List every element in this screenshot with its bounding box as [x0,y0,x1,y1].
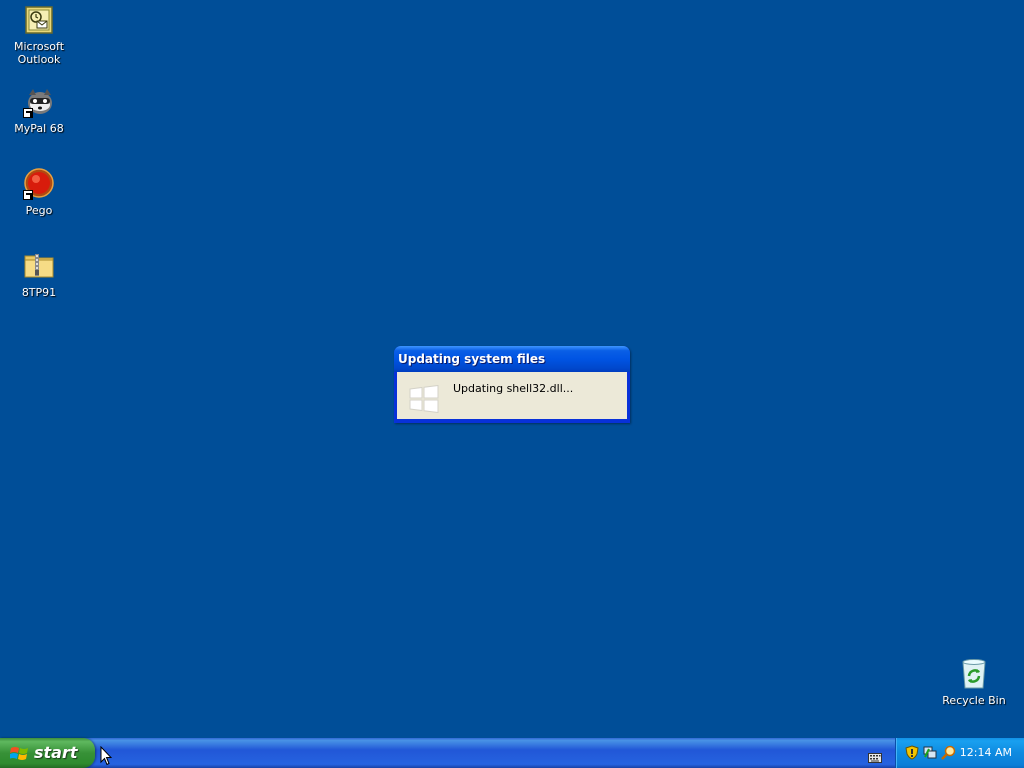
taskbar: start 12:14 AM [0,738,1024,768]
search-icon[interactable] [941,745,956,760]
start-button[interactable]: start [0,738,95,768]
desktop-icon-outlook[interactable]: Microsoft Outlook [1,4,77,66]
desktop-icon-label: Microsoft Outlook [13,40,65,66]
desktop-icon-pego[interactable]: Pego [1,168,77,217]
desktop-icon-label: Recycle Bin [942,694,1006,707]
recycle-bin-icon [958,658,990,690]
zip-folder-icon [23,250,55,282]
keyboard-icon[interactable] [868,748,882,767]
security-shield-icon[interactable] [905,745,919,760]
network-icon[interactable] [923,745,937,760]
outlook-icon [23,4,55,36]
system-tray: 12:14 AM [895,738,1024,768]
pego-icon [23,168,55,200]
clock[interactable]: 12:14 AM [960,746,1012,759]
desktop-icon-mypal[interactable]: MyPal 68 [1,86,77,135]
desktop-icon-recycle-bin[interactable]: Recycle Bin [936,658,1012,707]
desktop-icon-label: 8TP91 [21,286,57,299]
dialog-body: Updating shell32.dll... [397,372,627,419]
dialog-message: Updating shell32.dll... [453,382,574,395]
dialog-title: Updating system files [394,346,630,372]
windows-flag-icon [9,745,30,766]
shortcut-arrow-icon [23,108,33,118]
mouse-cursor-icon [100,745,113,768]
desktop: Microsoft Outlook MyPal 68 Pego 8TP91 Re… [0,0,1024,738]
mypal-icon [23,86,55,118]
windows-logo-icon [409,384,439,417]
desktop-icon-8tp91[interactable]: 8TP91 [1,250,77,299]
shortcut-arrow-icon [23,190,33,200]
desktop-icon-label: Pego [25,204,53,217]
start-label: start [34,743,78,762]
update-dialog: Updating system files Updating shell32.d… [394,346,630,423]
desktop-icon-label: MyPal 68 [14,122,64,135]
